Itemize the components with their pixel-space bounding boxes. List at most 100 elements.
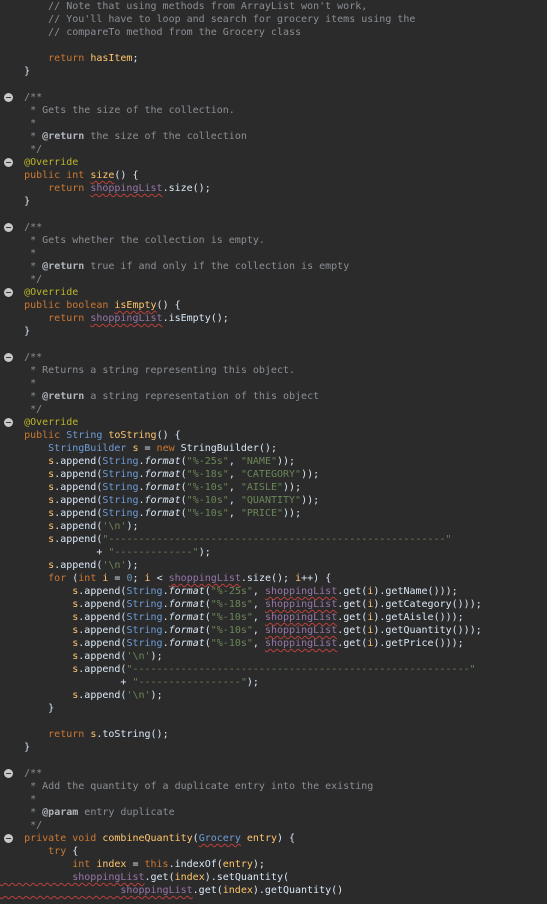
code-line[interactable]: s.append("------------------------------… xyxy=(0,663,547,676)
code-line[interactable]: return hasItem; xyxy=(0,52,547,65)
code-line[interactable]: @Override xyxy=(0,416,547,429)
code-line[interactable] xyxy=(0,78,547,91)
code-line[interactable]: s.append(String.format("%-10s", shopping… xyxy=(0,637,547,650)
code-line[interactable]: // You'll have to loop and search for gr… xyxy=(0,13,547,26)
code-token: shoppingList xyxy=(0,885,193,896)
code-token: String xyxy=(102,482,139,493)
code-token: StringBuilder(); xyxy=(180,443,277,454)
code-line[interactable]: s.append(String.format("%-10s", "PRICE")… xyxy=(0,507,547,520)
code-line[interactable]: public boolean isEmpty() { xyxy=(0,299,547,312)
code-line[interactable]: * @return a string representation of thi… xyxy=(0,390,547,403)
code-line[interactable]: public int size() { xyxy=(0,169,547,182)
code-line[interactable]: * @return true if and only if the collec… xyxy=(0,260,547,273)
code-token: */ xyxy=(0,144,43,155)
code-line[interactable]: /** xyxy=(0,767,547,780)
code-line[interactable]: * Gets the size of the collection. xyxy=(0,104,547,117)
code-line[interactable]: } xyxy=(0,702,547,715)
code-line[interactable]: s.append("------------------------------… xyxy=(0,533,547,546)
code-line[interactable]: s.append(String.format("%-25s", "NAME"))… xyxy=(0,455,547,468)
code-line[interactable]: * xyxy=(0,377,547,390)
code-token: "-------------" xyxy=(108,547,199,558)
code-line[interactable]: /** xyxy=(0,351,547,364)
code-line[interactable]: s.append(String.format("%-10s", shopping… xyxy=(0,624,547,637)
code-token: @Override xyxy=(0,417,79,428)
code-line[interactable]: * Add the quantity of a duplicate entry … xyxy=(0,780,547,793)
code-line[interactable]: s.append(String.format("%-25s", shopping… xyxy=(0,585,547,598)
code-line[interactable]: s.append(String.format("%-18s", shopping… xyxy=(0,598,547,611)
code-line[interactable]: private void combineQuantity(Grocery ent… xyxy=(0,832,547,845)
code-line[interactable]: */ xyxy=(0,143,547,156)
code-token: isEmpty xyxy=(114,300,157,311)
code-token: index xyxy=(96,859,127,870)
code-token: s xyxy=(0,508,55,519)
code-line[interactable]: return shoppingList.isEmpty(); xyxy=(0,312,547,325)
code-token: shoppingList xyxy=(90,183,163,194)
code-line[interactable] xyxy=(0,754,547,767)
code-line[interactable]: */ xyxy=(0,403,547,416)
code-token: try xyxy=(0,846,73,857)
code-token: .size(); xyxy=(240,573,296,584)
code-line[interactable] xyxy=(0,208,547,221)
code-token: * Returns a string representing this obj… xyxy=(0,365,296,376)
code-token: ); xyxy=(198,547,211,558)
code-line[interactable]: int index = this.indexOf(entry); xyxy=(0,858,547,871)
code-token: () { xyxy=(156,430,181,441)
code-line[interactable]: } xyxy=(0,195,547,208)
code-line[interactable]: // Note that using methods from ArrayLis… xyxy=(0,0,547,13)
code-token: , xyxy=(252,586,265,597)
code-line[interactable]: s.append(String.format("%-10s", shopping… xyxy=(0,611,547,624)
code-line[interactable]: shoppingList.get(index).setQuantity( xyxy=(0,871,547,884)
code-line[interactable]: return s.toString(); xyxy=(0,728,547,741)
code-line[interactable]: s.append('\n'); xyxy=(0,520,547,533)
code-token: return xyxy=(0,313,91,324)
code-token: , xyxy=(228,495,241,506)
code-line[interactable]: shoppingList.get(index).getQuantity() xyxy=(0,884,547,897)
code-line[interactable]: s.append('\n'); xyxy=(0,689,547,702)
code-line[interactable]: } xyxy=(0,325,547,338)
code-line[interactable]: for (int i = 0; i < shoppingList.size();… xyxy=(0,572,547,585)
code-token: "-----------------" xyxy=(132,677,247,688)
code-line[interactable]: StringBuilder s = new StringBuilder(); xyxy=(0,442,547,455)
code-line[interactable]: * @param entry duplicate xyxy=(0,806,547,819)
code-token: "CATEGORY" xyxy=(240,469,302,480)
code-editor[interactable]: − − − − − − − − // Note that using methods from… xyxy=(0,0,547,904)
code-line[interactable]: // compareTo method from the Grocery cla… xyxy=(0,26,547,39)
code-line[interactable]: * Returns a string representing this obj… xyxy=(0,364,547,377)
code-line[interactable]: @Override xyxy=(0,286,547,299)
code-line[interactable]: s.append('\n'); xyxy=(0,650,547,663)
code-token: String xyxy=(126,586,163,597)
code-line[interactable] xyxy=(0,715,547,728)
code-line[interactable]: /** xyxy=(0,91,547,104)
code-token: /** xyxy=(0,222,43,233)
code-token: ).getQuantity() xyxy=(252,885,344,896)
code-line[interactable]: /** xyxy=(0,221,547,234)
code-line[interactable] xyxy=(0,39,547,52)
code-line[interactable]: * @return the size of the collection xyxy=(0,130,547,143)
code-line[interactable]: public String toString() { xyxy=(0,429,547,442)
code-line[interactable]: */ xyxy=(0,819,547,832)
code-line[interactable] xyxy=(0,338,547,351)
code-line[interactable]: s.append(String.format("%-10s", "AISLE")… xyxy=(0,481,547,494)
code-line[interactable]: s.append('\n'); xyxy=(0,559,547,572)
code-line[interactable]: } xyxy=(0,65,547,78)
code-token: entry xyxy=(222,859,253,870)
code-line[interactable]: + "-----------------"); xyxy=(0,676,547,689)
code-token: } xyxy=(0,326,31,337)
code-line[interactable]: @Override xyxy=(0,156,547,169)
code-line[interactable]: return shoppingList.size(); xyxy=(0,182,547,195)
code-line[interactable]: + "-------------"); xyxy=(0,546,547,559)
code-token: s xyxy=(0,599,79,610)
code-line[interactable]: s.append(String.format("%-10s", "QUANTIT… xyxy=(0,494,547,507)
code-token: = xyxy=(108,573,127,584)
code-line[interactable]: * xyxy=(0,117,547,130)
code-line[interactable]: try { xyxy=(0,845,547,858)
code-line[interactable]: * xyxy=(0,247,547,260)
code-line[interactable]: s.append(String.format("%-18s", "CATEGOR… xyxy=(0,468,547,481)
code-token: , xyxy=(228,469,241,480)
code-line[interactable]: * Gets whether the collection is empty. xyxy=(0,234,547,247)
code-line[interactable]: * xyxy=(0,793,547,806)
code-line[interactable]: */ xyxy=(0,273,547,286)
code-token: s xyxy=(0,586,79,597)
code-token: "%-25s" xyxy=(186,456,229,467)
code-line[interactable]: } xyxy=(0,741,547,754)
